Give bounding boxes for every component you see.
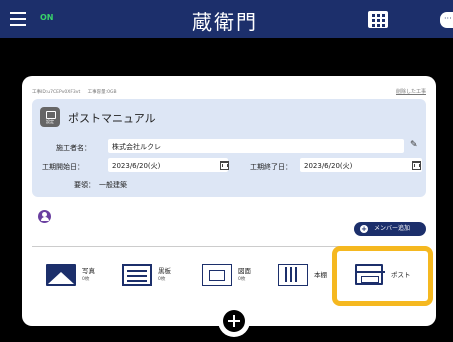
plus-circle-icon	[223, 310, 245, 332]
tool-bookshelf-label: 本棚	[314, 271, 327, 279]
summary-label: 要領： 一般建築	[74, 180, 127, 190]
project-id: 工事ID:u7CEPv0XF3vt	[32, 90, 81, 95]
start-calendar-icon[interactable]	[220, 161, 229, 170]
post-highlight-frame	[332, 246, 433, 306]
start-date-label: 工期開始日：	[42, 163, 84, 171]
contractor-field[interactable]: 株式会社ルクレ	[108, 139, 404, 153]
project-size: 工事容量:0GB	[87, 90, 117, 95]
app-logo: 蔵衛門	[192, 10, 258, 34]
blackboard-icon	[122, 264, 152, 286]
add-member-button[interactable]: + メンバー追加	[354, 222, 426, 236]
summary-key: 要領：	[74, 181, 95, 189]
deleted-projects-link[interactable]: 削除した工事	[396, 88, 426, 95]
photo-icon	[46, 264, 76, 286]
summary-value: 一般建築	[99, 181, 127, 189]
tool-drawing[interactable]: 図面 0枚	[202, 262, 272, 292]
contractor-label: 施工者名：	[56, 144, 91, 152]
tool-drawing-label: 図面	[238, 267, 251, 275]
top-bar: ON 蔵衛門 ···	[0, 0, 453, 38]
edit-pencil-icon[interactable]: ✎	[410, 140, 418, 150]
project-info-box: 設定 ポストマニュアル 施工者名： 株式会社ルクレ ✎ 工期開始日： 2023/…	[32, 99, 426, 197]
project-meta: 工事ID:u7CEPv0XF3vt 工事容量:0GB	[32, 89, 123, 95]
end-calendar-icon[interactable]	[412, 161, 421, 170]
tool-blackboard[interactable]: 黒板 0枚	[122, 262, 202, 292]
tool-photo[interactable]: 写真 0枚	[46, 262, 126, 292]
tool-blackboard-label: 黒板	[158, 267, 171, 275]
apps-grid-icon[interactable]	[368, 11, 388, 28]
tool-photo-count: 0枚	[82, 277, 90, 282]
drawing-icon	[202, 264, 232, 286]
plus-icon: +	[360, 225, 368, 233]
project-title: ポストマニュアル	[68, 112, 156, 125]
tool-photo-label: 写真	[82, 267, 95, 275]
tool-blackboard-count: 0枚	[158, 277, 166, 282]
tool-drawing-count: 0枚	[238, 277, 246, 282]
end-date-field[interactable]: 2023/6/20(火)	[300, 158, 422, 172]
start-date-field[interactable]: 2023/6/20(火)	[108, 158, 228, 172]
chat-icon[interactable]: ···	[440, 12, 453, 28]
member-avatar-icon[interactable]	[38, 210, 51, 223]
add-fab-button[interactable]	[218, 305, 250, 337]
end-date-label: 工期終了日：	[250, 163, 292, 171]
add-member-label: メンバー追加	[374, 225, 411, 232]
connection-status: ON	[40, 13, 54, 22]
bookshelf-icon	[278, 264, 308, 286]
hamburger-menu-icon[interactable]	[10, 12, 26, 26]
project-settings-icon[interactable]: 設定	[40, 107, 60, 127]
